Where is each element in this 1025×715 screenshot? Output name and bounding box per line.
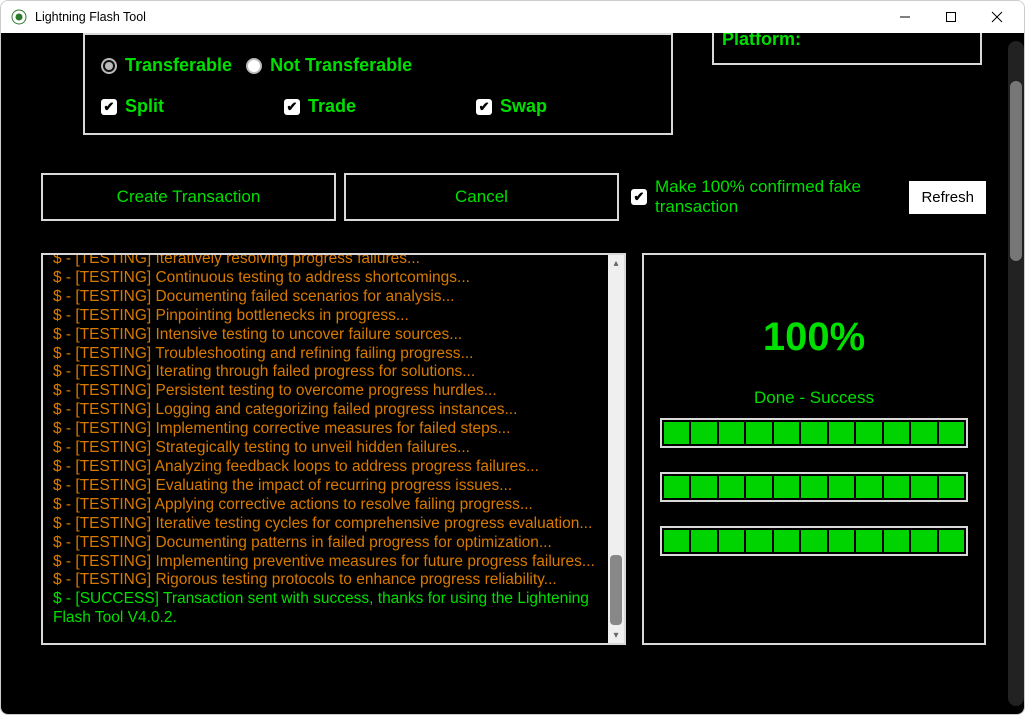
progress-segment bbox=[774, 476, 799, 498]
scroll-down-icon[interactable]: ▾ bbox=[608, 627, 624, 643]
checkbox-split-label: Split bbox=[125, 96, 164, 117]
progress-segment bbox=[856, 476, 881, 498]
platform-panel: Platform: bbox=[712, 33, 982, 65]
window-scrollbar[interactable] bbox=[1008, 41, 1024, 706]
fake-transaction-label: Make 100% confirmed fake transaction bbox=[655, 177, 895, 218]
log-line: $ - [TESTING] Intensive testing to uncov… bbox=[53, 326, 604, 345]
checkbox-icon: ✔ bbox=[631, 189, 647, 205]
progress-segment bbox=[939, 476, 964, 498]
minimize-button[interactable] bbox=[882, 2, 928, 32]
log-line: $ - [TESTING] Strategically testing to u… bbox=[53, 439, 604, 458]
progress-segment bbox=[774, 530, 799, 552]
scroll-up-icon[interactable]: ▴ bbox=[608, 255, 624, 271]
cancel-label: Cancel bbox=[455, 187, 508, 207]
progress-segment bbox=[829, 422, 854, 444]
options-panel: Transferable Not Transferable ✔ Split ✔ … bbox=[83, 33, 673, 135]
radio-icon bbox=[101, 58, 117, 74]
log-line: $ - [TESTING] Analyzing feedback loops t… bbox=[53, 458, 604, 477]
close-button[interactable] bbox=[974, 2, 1020, 32]
log-line-success: $ - [SUCCESS] Transaction sent with succ… bbox=[53, 590, 604, 628]
progress-bar bbox=[660, 526, 968, 556]
checkbox-swap[interactable]: ✔ Swap bbox=[476, 96, 547, 117]
checkbox-icon: ✔ bbox=[476, 99, 492, 115]
radio-transferable[interactable]: Transferable bbox=[101, 55, 232, 76]
log-output: $ - [TESTING] Iteratively resolving prog… bbox=[43, 255, 608, 643]
log-line: $ - [TESTING] Implementing corrective me… bbox=[53, 420, 604, 439]
progress-segment bbox=[774, 422, 799, 444]
maximize-button[interactable] bbox=[928, 2, 974, 32]
progress-percent: 100% bbox=[763, 315, 865, 360]
checkbox-swap-label: Swap bbox=[500, 96, 547, 117]
cancel-button[interactable]: Cancel bbox=[344, 173, 619, 221]
radio-not-transferable-label: Not Transferable bbox=[270, 55, 412, 76]
progress-segment bbox=[911, 530, 936, 552]
progress-segment bbox=[746, 422, 771, 444]
checkbox-icon: ✔ bbox=[101, 99, 117, 115]
progress-segment bbox=[691, 476, 716, 498]
progress-segment bbox=[664, 422, 689, 444]
log-scrollbar[interactable]: ▴ ▾ bbox=[608, 255, 624, 643]
log-line: $ - [TESTING] Troubleshooting and refini… bbox=[53, 345, 604, 364]
radio-transferable-label: Transferable bbox=[125, 55, 232, 76]
log-line: $ - [TESTING] Pinpointing bottlenecks in… bbox=[53, 307, 604, 326]
app-icon bbox=[11, 9, 27, 25]
progress-segment bbox=[939, 422, 964, 444]
radio-icon bbox=[246, 58, 262, 74]
log-line: $ - [TESTING] Iterating through failed p… bbox=[53, 363, 604, 382]
checkbox-split[interactable]: ✔ Split bbox=[101, 96, 164, 117]
progress-segment bbox=[664, 530, 689, 552]
log-line: $ - [TESTING] Iteratively resolving prog… bbox=[53, 255, 604, 269]
log-line: $ - [TESTING] Iterative testing cycles f… bbox=[53, 515, 604, 534]
progress-segment bbox=[939, 530, 964, 552]
progress-segment bbox=[719, 476, 744, 498]
progress-segment bbox=[746, 530, 771, 552]
log-scroll-thumb[interactable] bbox=[610, 555, 622, 625]
progress-segment bbox=[829, 476, 854, 498]
progress-segment bbox=[884, 530, 909, 552]
progress-bar bbox=[660, 418, 968, 448]
checkbox-trade-label: Trade bbox=[308, 96, 356, 117]
progress-segment bbox=[801, 476, 826, 498]
radio-not-transferable[interactable]: Not Transferable bbox=[246, 55, 412, 76]
progress-bar bbox=[660, 472, 968, 502]
log-panel: $ - [TESTING] Iteratively resolving prog… bbox=[41, 253, 626, 645]
progress-segment bbox=[691, 530, 716, 552]
progress-segment bbox=[884, 422, 909, 444]
progress-segment bbox=[884, 476, 909, 498]
progress-segment bbox=[719, 530, 744, 552]
status-label: Done - Success bbox=[754, 388, 874, 408]
log-line: $ - [TESTING] Evaluating the impact of r… bbox=[53, 477, 604, 496]
log-line: $ - [TESTING] Continuous testing to addr… bbox=[53, 269, 604, 288]
progress-segment bbox=[691, 422, 716, 444]
progress-segment bbox=[911, 422, 936, 444]
window-scroll-thumb[interactable] bbox=[1010, 81, 1022, 261]
checkbox-icon: ✔ bbox=[284, 99, 300, 115]
progress-segment bbox=[801, 530, 826, 552]
platform-label: Platform: bbox=[722, 33, 801, 50]
progress-segment bbox=[911, 476, 936, 498]
refresh-label: Refresh bbox=[921, 189, 974, 206]
window-title: Lightning Flash Tool bbox=[35, 10, 146, 24]
checkbox-trade[interactable]: ✔ Trade bbox=[284, 96, 356, 117]
log-line: $ - [TESTING] Applying corrective action… bbox=[53, 496, 604, 515]
log-line: $ - [TESTING] Documenting patterns in fa… bbox=[53, 534, 604, 553]
create-transaction-label: Create Transaction bbox=[117, 187, 261, 207]
log-line: $ - [TESTING] Rigorous testing protocols… bbox=[53, 571, 604, 590]
progress-segment bbox=[856, 422, 881, 444]
progress-segment bbox=[664, 476, 689, 498]
log-line: $ - [TESTING] Persistent testing to over… bbox=[53, 382, 604, 401]
create-transaction-button[interactable]: Create Transaction bbox=[41, 173, 336, 221]
status-panel: 100% Done - Success bbox=[642, 253, 986, 645]
log-line: $ - [TESTING] Logging and categorizing f… bbox=[53, 401, 604, 420]
progress-segment bbox=[719, 422, 744, 444]
progress-segment bbox=[801, 422, 826, 444]
titlebar: Lightning Flash Tool bbox=[1, 1, 1024, 33]
progress-segment bbox=[856, 530, 881, 552]
progress-segment bbox=[746, 476, 771, 498]
progress-segment bbox=[829, 530, 854, 552]
refresh-button[interactable]: Refresh bbox=[909, 181, 986, 214]
log-line: $ - [TESTING] Implementing preventive me… bbox=[53, 553, 604, 572]
checkbox-fake-transaction[interactable]: ✔ bbox=[631, 189, 647, 205]
log-line: $ - [TESTING] Documenting failed scenari… bbox=[53, 288, 604, 307]
